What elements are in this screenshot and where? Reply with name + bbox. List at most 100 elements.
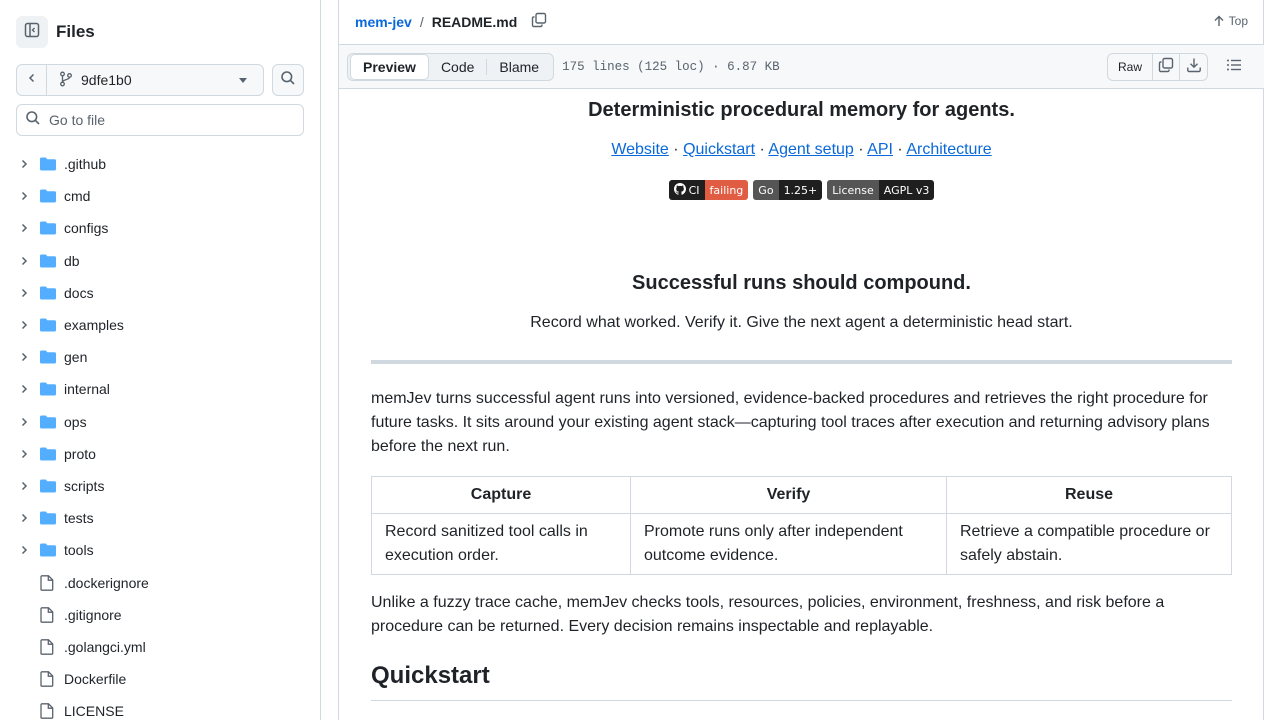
license-badge[interactable]: License AGPL v3 [827, 180, 935, 200]
tree-file-item[interactable]: Dockerfile [16, 663, 306, 695]
chevron-right-icon[interactable] [16, 383, 32, 395]
tree-folder-item[interactable]: cmd [16, 180, 306, 212]
tree-folder-item[interactable]: docs [16, 277, 306, 309]
link-quickstart[interactable]: Quickstart [683, 141, 755, 158]
table-header-capture: Capture [371, 476, 631, 514]
folder-icon [40, 350, 56, 364]
tree-folder-item[interactable]: tests [16, 502, 306, 534]
chevron-right-icon[interactable] [16, 319, 32, 331]
copy-raw-button[interactable] [1153, 54, 1180, 80]
table-cell: Record sanitized tool calls in execution… [371, 513, 631, 575]
tree-folder-item[interactable]: tools [16, 534, 306, 566]
file-icon [40, 671, 56, 687]
tree-item-label: proto [64, 445, 96, 462]
raw-button[interactable]: Raw [1108, 54, 1153, 80]
copy-icon [1158, 57, 1174, 78]
chevron-right-icon[interactable] [16, 416, 32, 428]
link-separator: · [759, 141, 765, 158]
link-agent-setup[interactable]: Agent setup [768, 141, 853, 158]
chevron-right-icon[interactable] [16, 287, 32, 299]
breadcrumb-repo-link[interactable]: mem-jev [355, 14, 412, 30]
table-header-row: Capture Verify Reuse [371, 476, 1232, 514]
tree-file-item[interactable]: LICENSE [16, 695, 306, 720]
go-badge-label: Go [753, 180, 779, 200]
ci-badge-label-text: CI [688, 183, 700, 197]
outline-button[interactable] [1220, 53, 1248, 81]
tree-item-label: Dockerfile [64, 671, 127, 688]
chevron-right-icon[interactable] [16, 351, 32, 363]
folder-icon [40, 415, 56, 429]
tree-folder-item[interactable]: scripts [16, 470, 306, 502]
ci-badge-status: failing [704, 180, 749, 200]
tree-folder-item[interactable]: examples [16, 309, 306, 341]
tree-item-label: LICENSE [64, 703, 124, 720]
tab-blame[interactable]: Blame [487, 55, 551, 79]
tree-item-label: .gitignore [64, 606, 122, 623]
chevron-right-icon[interactable] [16, 222, 32, 234]
back-to-top-button[interactable]: Top [1213, 14, 1248, 28]
tree-folder-item[interactable]: configs [16, 212, 306, 244]
tab-preview[interactable]: Preview [350, 53, 429, 80]
tree-file-item[interactable]: .golangci.yml [16, 631, 306, 663]
go-version-badge[interactable]: Go 1.25+ [753, 180, 823, 200]
tree-item-label: examples [64, 317, 124, 334]
folder-icon [40, 189, 56, 203]
copy-icon [531, 12, 547, 33]
file-tree-sidebar: Files 9dfe1b0 Go to file .github cmd con… [0, 0, 321, 720]
table-row: Record sanitized tool calls in execution… [371, 513, 1232, 575]
feature-table: Capture Verify Reuse Record sanitized to… [371, 476, 1232, 575]
sidebar-title: Files [56, 22, 95, 41]
tree-item-label: tests [64, 510, 94, 527]
sidebar-panel-icon [24, 22, 40, 43]
tree-item-label: .dockerignore [64, 574, 149, 591]
chevron-right-icon[interactable] [16, 448, 32, 460]
ci-badge[interactable]: CI failing [668, 180, 749, 200]
go-badge-value: 1.25+ [778, 180, 823, 200]
table-cell: Retrieve a compatible procedure or safel… [946, 513, 1232, 575]
tree-folder-item[interactable]: gen [16, 341, 306, 373]
tree-folder-item[interactable]: internal [16, 373, 306, 405]
search-icon [280, 70, 296, 91]
chevron-right-icon[interactable] [16, 255, 32, 267]
tree-folder-item[interactable]: proto [16, 438, 306, 470]
tree-item-label: tools [64, 542, 94, 559]
search-button[interactable] [272, 64, 304, 96]
file-header: mem-jev / README.md Top [339, 0, 1264, 45]
link-website[interactable]: Website [611, 141, 669, 158]
back-button[interactable] [17, 65, 47, 95]
readme-outro: Unlike a fuzzy trace cache, memJev check… [371, 594, 1165, 635]
collapse-sidebar-button[interactable] [16, 16, 48, 48]
link-architecture[interactable]: Architecture [906, 141, 991, 158]
branch-dropdown[interactable]: 9dfe1b0 [47, 71, 263, 90]
go-to-file-input[interactable] [49, 112, 289, 128]
chevron-right-icon[interactable] [16, 190, 32, 202]
tree-file-item[interactable]: .dockerignore [16, 566, 306, 598]
tree-folder-item[interactable]: ops [16, 406, 306, 438]
top-label: Top [1228, 14, 1248, 28]
sidebar-header: Files [16, 16, 95, 48]
breadcrumb-separator: / [419, 14, 424, 30]
tree-file-item[interactable]: .gitignore [16, 599, 306, 631]
ci-badge-label: CI [668, 180, 705, 200]
branch-selector: 9dfe1b0 [16, 64, 264, 96]
readme-tagline: Deterministic procedural memory for agen… [588, 99, 1015, 121]
table-header-reuse: Reuse [946, 476, 1232, 514]
chevron-right-icon[interactable] [16, 544, 32, 556]
file-icon [40, 703, 56, 720]
git-branch-icon [59, 71, 73, 90]
download-raw-button[interactable] [1180, 54, 1207, 80]
link-api[interactable]: API [867, 141, 893, 158]
tree-folder-item[interactable]: .github [16, 148, 306, 180]
copy-path-button[interactable] [529, 12, 549, 32]
quickstart-heading: Quickstart [371, 662, 1232, 701]
github-icon [673, 182, 686, 198]
chevron-right-icon[interactable] [16, 158, 32, 170]
chevron-right-icon[interactable] [16, 480, 32, 492]
chevron-right-icon[interactable] [16, 512, 32, 524]
tab-code[interactable]: Code [429, 55, 486, 79]
tree-folder-item[interactable]: db [16, 245, 306, 277]
tree-item-label: configs [64, 220, 109, 237]
folder-icon [40, 511, 56, 525]
tree-item-label: .golangci.yml [64, 638, 146, 655]
readme-intro: memJev turns successful agent runs into … [371, 390, 1210, 455]
